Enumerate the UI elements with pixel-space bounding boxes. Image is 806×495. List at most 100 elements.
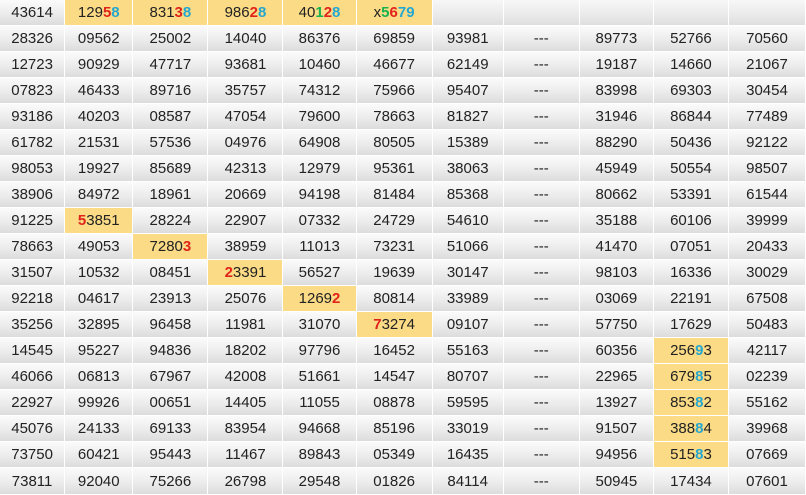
blank-cell bbox=[653, 0, 729, 26]
highlighted-number-cell: 2 3391 bbox=[208, 260, 284, 286]
number-cell: 60106 bbox=[653, 208, 729, 234]
empty-value-cell: --- bbox=[503, 338, 580, 364]
empty-value-cell: --- bbox=[503, 104, 580, 130]
blank-cell bbox=[432, 0, 504, 26]
number-cell: 95407 bbox=[432, 78, 504, 104]
number-cell: 12979 bbox=[283, 156, 357, 182]
table-row: 98053 19927 85689 42313 12979 95361 38063 --- 45… bbox=[0, 156, 806, 182]
number-cell: 19927 bbox=[65, 156, 134, 182]
digit-group: x bbox=[373, 4, 382, 21]
number-cell: 47717 bbox=[133, 52, 209, 78]
number-cell: 45076 bbox=[0, 416, 66, 442]
highlighted-digit: 6 bbox=[389, 4, 398, 21]
number-cell: 24729 bbox=[356, 208, 433, 234]
number-cell: 18202 bbox=[208, 338, 284, 364]
number-cell: 92218 bbox=[0, 286, 66, 312]
highlighted-digit: 8 bbox=[182, 4, 192, 21]
number-cell: 38063 bbox=[432, 156, 504, 182]
number-cell: 26798 bbox=[208, 468, 284, 495]
digit-group: 3 bbox=[703, 446, 712, 463]
highlighted-digit: 8 bbox=[695, 394, 704, 411]
highlighted-number-cell: 831 3 8 bbox=[133, 0, 209, 26]
number-cell: 73231 bbox=[356, 234, 433, 260]
number-cell: 12723 bbox=[0, 52, 66, 78]
number-cell: 19639 bbox=[356, 260, 433, 286]
number-cell: 56527 bbox=[283, 260, 357, 286]
digit-group: 3391 bbox=[232, 264, 267, 281]
digit-group: 3 bbox=[703, 342, 712, 359]
empty-value-cell: --- bbox=[503, 390, 580, 416]
number-cell: 62149 bbox=[432, 52, 504, 78]
number-cell: 77489 bbox=[728, 104, 806, 130]
highlighted-digit: 3 bbox=[174, 4, 183, 21]
number-cell: 33019 bbox=[432, 416, 504, 442]
number-cell: 03069 bbox=[579, 286, 654, 312]
number-cell: 99926 bbox=[65, 390, 134, 416]
number-cell: 11013 bbox=[283, 234, 357, 260]
number-cell: 11467 bbox=[208, 442, 284, 468]
number-cell: 94836 bbox=[133, 338, 209, 364]
number-cell: 08878 bbox=[356, 390, 433, 416]
number-cell: 59595 bbox=[432, 390, 504, 416]
digit-group: 679 bbox=[670, 368, 696, 385]
number-cell: 50436 bbox=[653, 130, 729, 156]
header-row: 43614 129 5 8 831 3 8 986 2 8 40 1 2 8 x 5 6 7 9 bbox=[0, 0, 806, 26]
number-cell: 30029 bbox=[728, 260, 806, 286]
number-cell: 14545 bbox=[0, 338, 66, 364]
highlighted-digit: 8 bbox=[257, 4, 267, 21]
number-cell: 46433 bbox=[65, 78, 134, 104]
number-cell: 10460 bbox=[283, 52, 357, 78]
highlighted-number-cell: 5 3851 bbox=[65, 208, 134, 234]
number-cell: 18961 bbox=[133, 182, 209, 208]
number-cell: 89716 bbox=[133, 78, 209, 104]
number-cell: 07051 bbox=[653, 234, 729, 260]
table-row: 28326 09562 25002 14040 86376 69859 93981 --- 89… bbox=[0, 26, 806, 52]
number-cell: 80814 bbox=[356, 286, 433, 312]
number-cell: 81827 bbox=[432, 104, 504, 130]
number-cell: 49053 bbox=[65, 234, 134, 260]
highlighted-digit: 8 bbox=[111, 4, 120, 21]
number-cell: 30454 bbox=[728, 78, 806, 104]
empty-value-cell: --- bbox=[503, 208, 580, 234]
digit-group: 129 bbox=[77, 4, 103, 21]
number-cell: 54610 bbox=[432, 208, 504, 234]
number-cell: 57750 bbox=[579, 312, 654, 338]
number-cell: 69859 bbox=[356, 26, 433, 52]
empty-value-cell: --- bbox=[503, 364, 580, 390]
number-cell: 94198 bbox=[283, 182, 357, 208]
number-cell: 89843 bbox=[283, 442, 357, 468]
number-cell: 91225 bbox=[0, 208, 66, 234]
highlighted-digit: 7 bbox=[373, 316, 382, 333]
number-cell: 28326 bbox=[0, 26, 66, 52]
number-cell: 61782 bbox=[0, 130, 66, 156]
number-cell: 42313 bbox=[208, 156, 284, 182]
highlighted-digit: 5 bbox=[381, 4, 390, 21]
number-cell: 95227 bbox=[65, 338, 134, 364]
highlighted-digit: 8 bbox=[332, 4, 341, 21]
number-cell: 16336 bbox=[653, 260, 729, 286]
number-cell: 14040 bbox=[208, 26, 284, 52]
number-cell: 89773 bbox=[579, 26, 654, 52]
highlighted-digit: 2 bbox=[249, 4, 258, 21]
number-cell: 21531 bbox=[65, 130, 134, 156]
number-cell: 39999 bbox=[728, 208, 806, 234]
number-cell: 70560 bbox=[728, 26, 806, 52]
digit-group: 388 bbox=[670, 420, 696, 437]
table-row: 12723 90929 47717 93681 10460 46677 62149 --- 19… bbox=[0, 52, 806, 78]
number-cell: 41470 bbox=[579, 234, 654, 260]
number-cell: 52766 bbox=[653, 26, 729, 52]
empty-value-cell: --- bbox=[503, 234, 580, 260]
number-cell: 16435 bbox=[432, 442, 504, 468]
digit-group: 3851 bbox=[86, 212, 120, 229]
number-cell: 50945 bbox=[579, 468, 654, 495]
number-cell: 78663 bbox=[356, 104, 433, 130]
number-cell: 57536 bbox=[133, 130, 209, 156]
highlighted-digit: 2 bbox=[224, 264, 233, 281]
digit-group: 256 bbox=[670, 342, 696, 359]
number-cell: 83998 bbox=[579, 78, 654, 104]
number-cell: 38959 bbox=[208, 234, 284, 260]
number-cell: 25002 bbox=[133, 26, 209, 52]
number-cell: 94956 bbox=[579, 442, 654, 468]
number-cell: 08451 bbox=[133, 260, 209, 286]
number-cell: 80662 bbox=[579, 182, 654, 208]
